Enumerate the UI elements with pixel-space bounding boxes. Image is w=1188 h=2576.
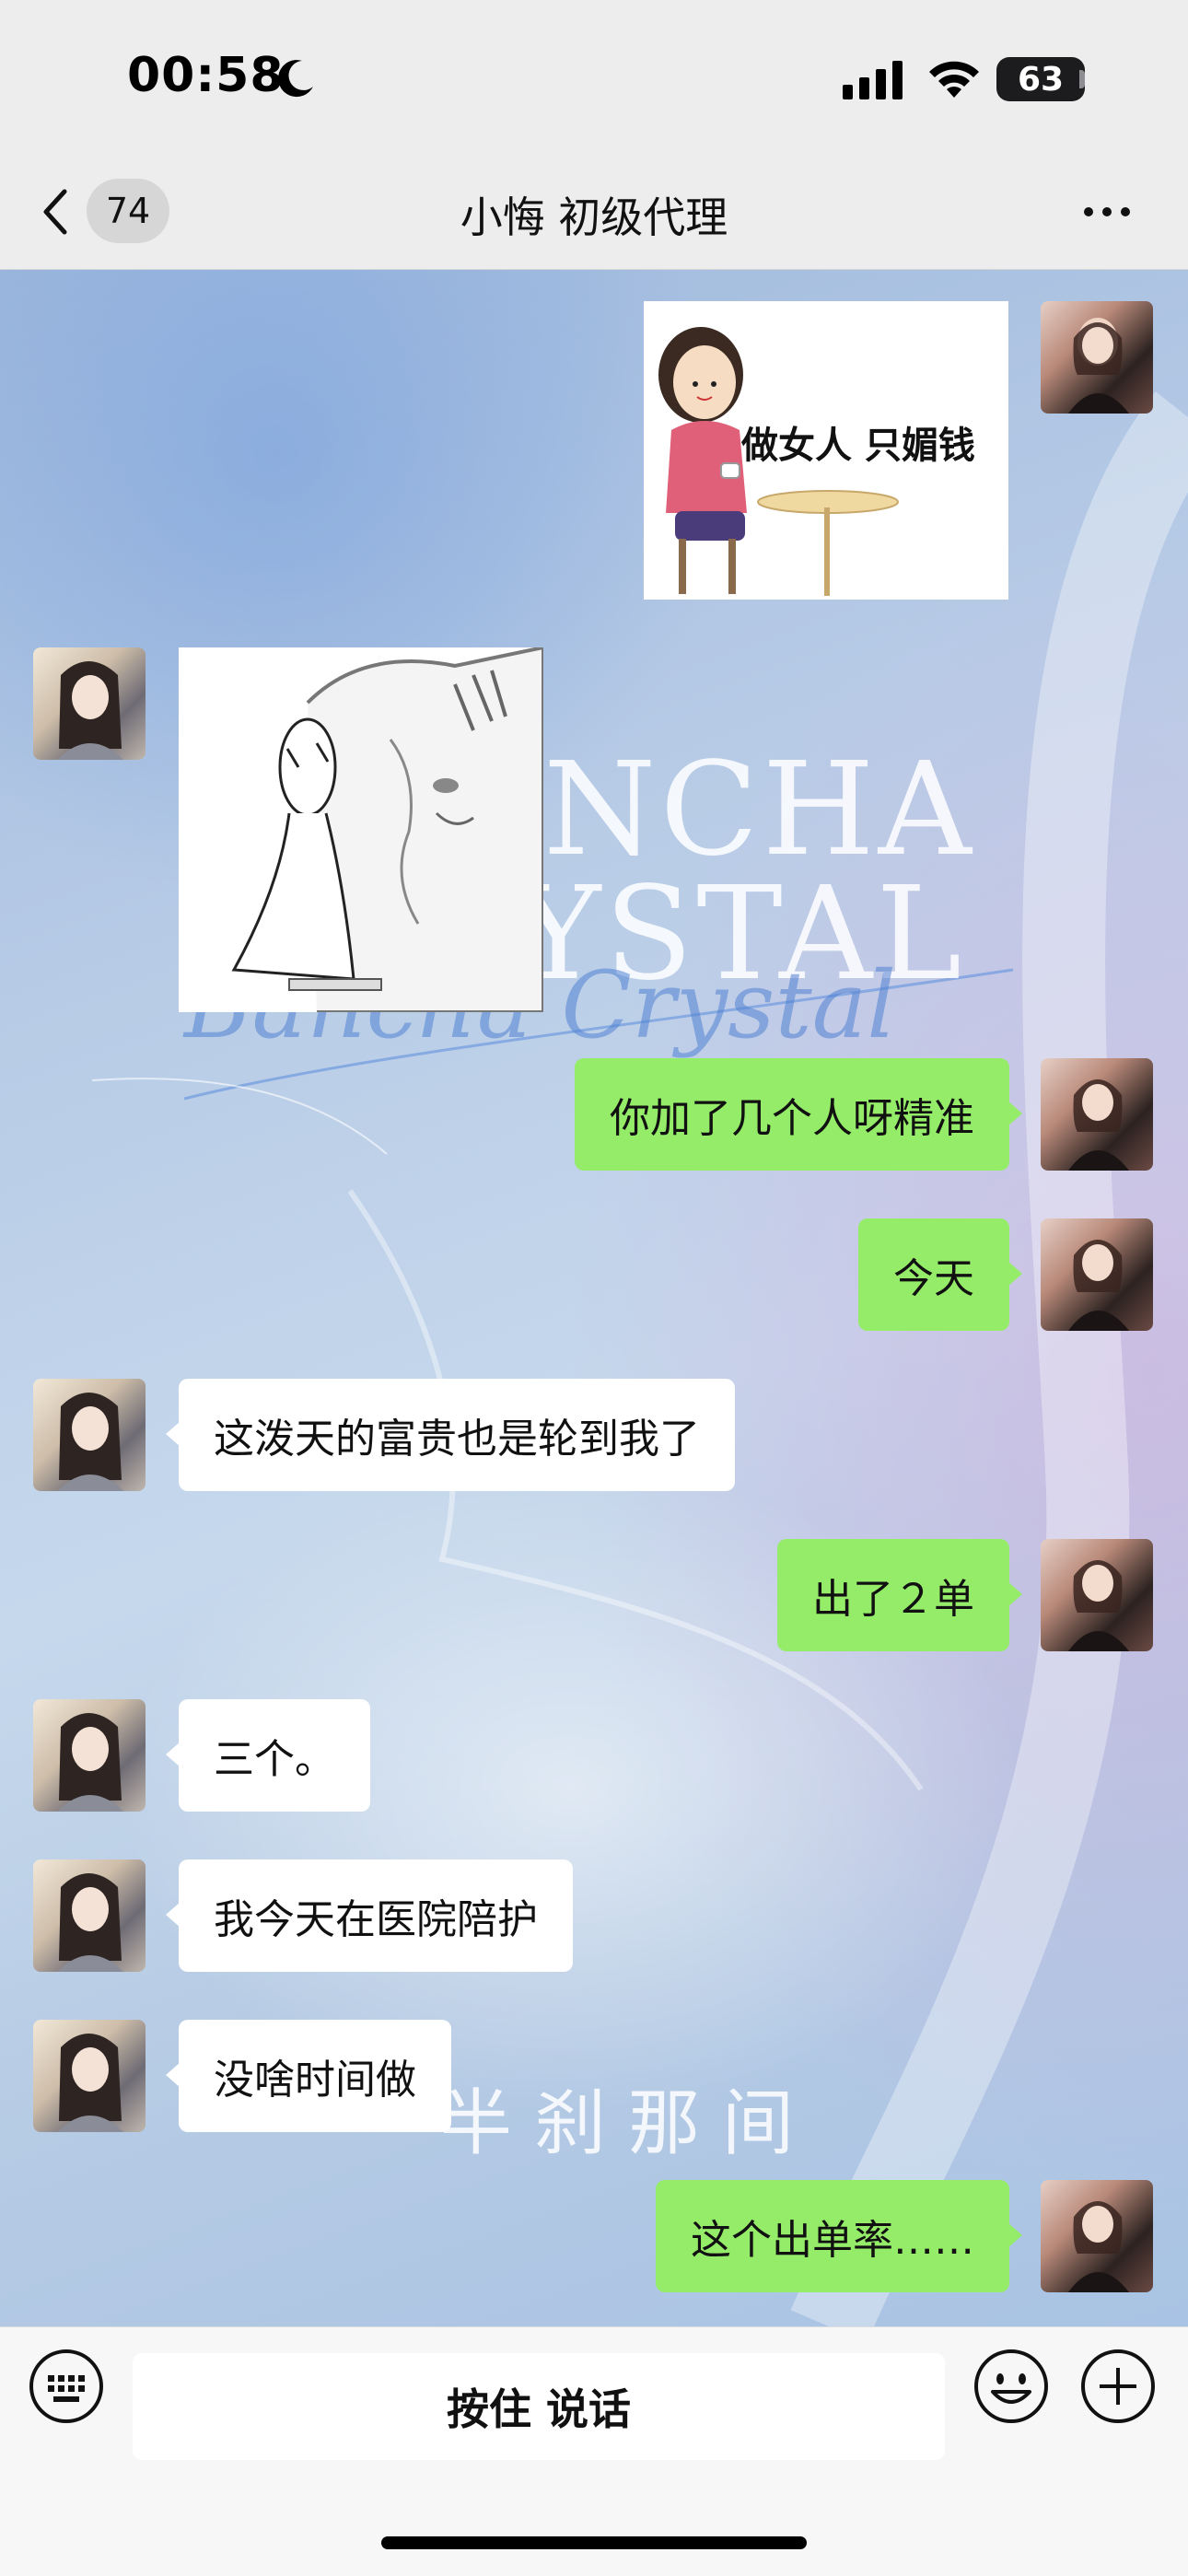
background-wallpaper: [91, 391, 1188, 2326]
avatar[interactable]: [1041, 1058, 1153, 1171]
avatar[interactable]: [33, 647, 146, 760]
message-bubble-other[interactable]: 我今天在医院陪护: [166, 1859, 573, 1972]
plus-icon[interactable]: [1079, 2348, 1157, 2425]
watermark-chinese: 半刹那间: [440, 2082, 817, 2165]
avatar-image: [57, 661, 123, 760]
home-indicator[interactable]: [381, 2536, 807, 2549]
status-time: 00:58: [127, 48, 285, 103]
sticker-caption: 做女人 只媚钱: [741, 425, 975, 467]
wifi-icon: [929, 61, 979, 98]
battery-tip: [1079, 70, 1085, 88]
avatar[interactable]: [1041, 1539, 1153, 1651]
status-bar: 00:58 63: [0, 0, 1188, 157]
avatar[interactable]: [33, 1859, 146, 1972]
message-bubble-me[interactable]: 出了２单: [777, 1539, 1022, 1651]
avatar[interactable]: [1041, 1218, 1153, 1331]
message-sticker-other[interactable]: [179, 647, 543, 1012]
message-bubble-other[interactable]: 三个。: [166, 1699, 370, 1812]
message-bubble-other[interactable]: 这泼天的富贵也是轮到我了: [166, 1379, 735, 1491]
avatar[interactable]: [1041, 2180, 1153, 2292]
avatar[interactable]: [33, 1379, 146, 1491]
avatar[interactable]: [1041, 301, 1153, 414]
battery-icon: 63: [996, 57, 1085, 101]
cellular-signal-icon: [843, 61, 903, 99]
battery-level: 63: [1017, 60, 1065, 99]
message-bubble-me[interactable]: 今天: [858, 1218, 1022, 1331]
avatar[interactable]: [33, 2020, 146, 2132]
emoji-icon[interactable]: [973, 2348, 1050, 2425]
avatar-image: [57, 2034, 123, 2132]
avatar-image: [1068, 1560, 1129, 1651]
avatar-image: [1068, 2201, 1129, 2292]
chat-message-list[interactable]: NCHA YSTAL Bancha Crystal 半刹那间 做女人 只媚钱: [0, 270, 1188, 2326]
keyboard-icon[interactable]: [28, 2348, 105, 2425]
avatar-image: [57, 1713, 123, 1812]
ellipsis-icon[interactable]: [1079, 193, 1135, 230]
avatar-image: [57, 1873, 123, 1972]
avatar-image: [57, 1393, 123, 1491]
avatar-image: [1068, 1079, 1129, 1171]
moon-icon: [278, 60, 313, 98]
hold-to-talk-button[interactable]: 按住 说话: [133, 2353, 945, 2460]
message-bubble-me[interactable]: 这个出单率……: [656, 2180, 1022, 2292]
chat-header: 74 小悔 初级代理: [0, 157, 1188, 270]
sticker-image: [179, 647, 543, 1012]
message-bubble-me[interactable]: 你加了几个人呀精准: [575, 1058, 1022, 1171]
avatar[interactable]: [33, 1699, 146, 1812]
avatar-image: [1068, 318, 1129, 414]
avatar-image: [1068, 1240, 1129, 1331]
message-bubble-other[interactable]: 没啥时间做: [166, 2020, 451, 2132]
message-sticker-me[interactable]: 做女人 只媚钱: [644, 301, 1008, 600]
chat-title: 小悔 初级代理: [460, 192, 728, 242]
